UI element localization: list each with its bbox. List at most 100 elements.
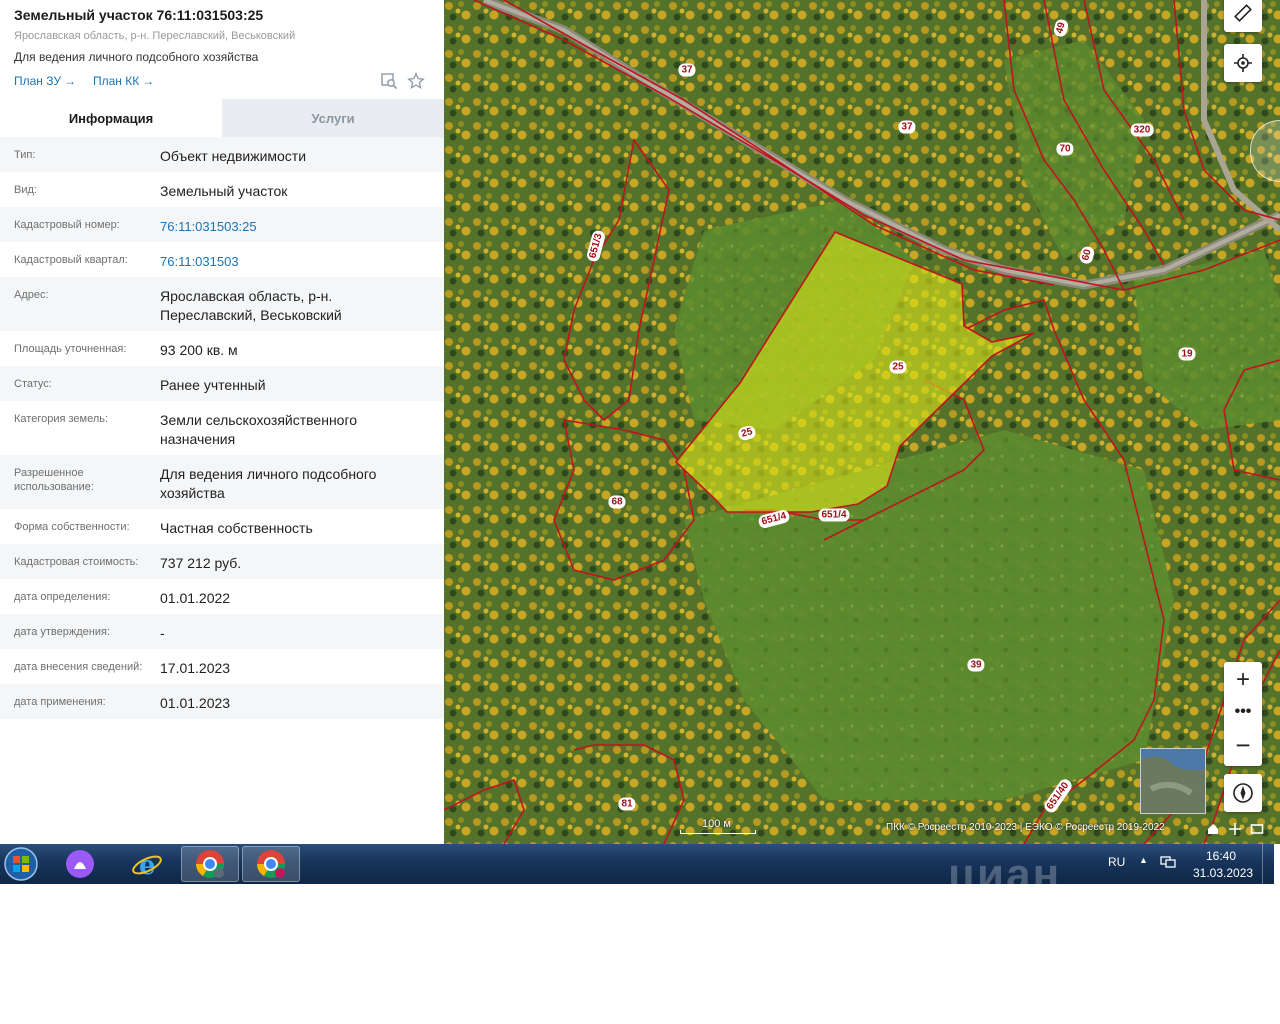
fullscreen-icon[interactable] bbox=[1250, 822, 1264, 836]
parcel-number-label: 651/4 bbox=[818, 508, 850, 522]
chrome-app-1[interactable] bbox=[181, 846, 239, 882]
table-row: Адрес: Ярославская область, р-н. Пересла… bbox=[0, 277, 444, 331]
table-row: дата внесения сведений: 17.01.2023 bbox=[0, 649, 444, 684]
star-icon[interactable] bbox=[407, 72, 425, 90]
parcel-number-label: 39 bbox=[967, 658, 985, 672]
chrome-icon bbox=[257, 850, 285, 878]
row-key: дата внесения сведений: bbox=[14, 661, 143, 673]
row-value: Ранее учтенный bbox=[160, 377, 266, 393]
row-key: Категория земель: bbox=[14, 413, 109, 425]
row-value: Земли сельскохозяйственного назначения bbox=[160, 412, 358, 447]
ruler-icon bbox=[1234, 4, 1252, 22]
language-indicator[interactable]: RU bbox=[1108, 855, 1125, 869]
row-value: Ярославская область, р-н. Переславский, … bbox=[160, 288, 342, 323]
minimap[interactable] bbox=[1140, 748, 1206, 814]
crosshair-icon[interactable] bbox=[1228, 822, 1242, 836]
info-table: Тип: Объект недвижимости Вид: Земельный … bbox=[0, 137, 444, 719]
row-value: Объект недвижимости bbox=[160, 148, 307, 164]
row-value: 737 212 руб. bbox=[160, 555, 242, 571]
table-row: Вид: Земельный участок bbox=[0, 172, 444, 207]
parcel-number-label: 68 bbox=[608, 495, 626, 509]
parcel-usage: Для ведения личного подсобного хозяйства bbox=[14, 50, 259, 64]
info-panel: Земельный участок 76:11:031503:25 Яросла… bbox=[0, 0, 444, 844]
arrow-right-icon: → bbox=[64, 74, 76, 88]
row-key: Кадастровый номер: bbox=[14, 219, 120, 231]
parcel-number-label: 25 bbox=[889, 360, 907, 374]
row-key: Разрешенное использование: bbox=[14, 467, 94, 493]
table-row: дата утверждения: - bbox=[0, 614, 444, 649]
row-value: Для ведения личного подсобного хозяйства bbox=[160, 466, 377, 501]
satellite-imagery bbox=[444, 0, 1280, 844]
row-key: Тип: bbox=[14, 149, 36, 161]
table-row: Кадастровая стоимость: 737 212 руб. bbox=[0, 544, 444, 579]
plan-zu-label: План ЗУ bbox=[14, 74, 61, 88]
row-value: 93 200 кв. м bbox=[160, 342, 238, 358]
row-key: Форма собственности: bbox=[14, 521, 130, 533]
parcel-number-label: 19 bbox=[1178, 347, 1196, 361]
chrome-app-2[interactable] bbox=[242, 846, 300, 882]
table-row: Категория земель: Земли сельскохозяйстве… bbox=[0, 401, 444, 455]
row-key: Статус: bbox=[14, 378, 52, 390]
row-key: Вид: bbox=[14, 184, 37, 196]
table-row: Кадастровый квартал: 76:11:031503 bbox=[0, 242, 444, 277]
svg-text:e: e bbox=[139, 851, 156, 880]
ie-app[interactable]: e bbox=[118, 846, 176, 882]
row-value: 01.01.2023 bbox=[160, 695, 231, 711]
plan-kk-link[interactable]: План КК → bbox=[93, 74, 154, 88]
tray-expand-icon[interactable]: ▲ bbox=[1139, 855, 1148, 865]
table-row: дата применения: 01.01.2023 bbox=[0, 684, 444, 719]
clock-time[interactable]: 16:40 bbox=[1206, 849, 1236, 863]
show-desktop-button[interactable] bbox=[1262, 844, 1275, 884]
tab-services[interactable]: Услуги bbox=[222, 99, 444, 137]
parcel-number-label: 320 bbox=[1130, 123, 1154, 137]
table-row: Разрешенное использование: Для ведения л… bbox=[0, 455, 444, 509]
row-key: Кадастровая стоимость: bbox=[14, 556, 139, 568]
row-value: - bbox=[160, 625, 165, 641]
table-row: Площадь уточненная: 93 200 кв. м bbox=[0, 331, 444, 366]
locate-button[interactable] bbox=[1224, 44, 1262, 82]
start-button[interactable] bbox=[0, 846, 48, 882]
cadastral-number-link[interactable]: 76:11:031503:25 bbox=[160, 217, 430, 236]
plan-kk-label: План КК bbox=[93, 74, 140, 88]
row-key: Площадь уточненная: bbox=[14, 343, 127, 355]
more-icon[interactable]: ••• bbox=[1224, 698, 1262, 726]
locate-icon bbox=[1234, 54, 1252, 72]
parcel-number-label: 70 bbox=[1056, 142, 1074, 156]
table-row: Форма собственности: Частная собственнос… bbox=[0, 509, 444, 544]
alice-app[interactable] bbox=[51, 846, 109, 882]
cadastral-quarter-link[interactable]: 76:11:031503 bbox=[160, 252, 430, 271]
row-value: 17.01.2023 bbox=[160, 660, 231, 676]
scale-label: 100 м bbox=[702, 818, 731, 830]
parcel-number-label: 37 bbox=[678, 63, 696, 77]
row-key: Адрес: bbox=[14, 289, 49, 301]
tab-bar: Информация Услуги bbox=[0, 99, 444, 137]
compass-button[interactable] bbox=[1224, 774, 1262, 812]
clock-date[interactable]: 31.03.2023 bbox=[1193, 866, 1253, 880]
table-row: дата определения: 01.01.2022 bbox=[0, 579, 444, 614]
ruler-button[interactable] bbox=[1224, 0, 1262, 32]
zoom-out-icon[interactable]: − bbox=[1224, 726, 1262, 764]
row-value: 01.01.2022 bbox=[160, 590, 231, 606]
plan-zu-link[interactable]: План ЗУ → bbox=[14, 74, 76, 88]
table-row: Тип: Объект недвижимости bbox=[0, 137, 444, 172]
row-value: Частная собственность bbox=[160, 520, 313, 536]
ie-icon: e bbox=[132, 851, 162, 880]
parcel-number-label: 37 bbox=[898, 120, 916, 134]
zoom-control: + ••• − bbox=[1224, 662, 1262, 766]
cadastral-map[interactable]: 37 37 49 70 320 651/3 60 25 25 19 68 651/4 651/4 39 81… bbox=[444, 0, 1280, 844]
arrow-right-icon: → bbox=[142, 74, 155, 88]
search-on-map-icon[interactable] bbox=[380, 72, 398, 90]
home-icon[interactable] bbox=[1206, 822, 1220, 836]
parcel-number-label: 81 bbox=[618, 797, 636, 811]
row-key: дата определения: bbox=[14, 591, 111, 603]
chrome-icon bbox=[196, 850, 224, 878]
zoom-in-icon[interactable]: + bbox=[1224, 662, 1262, 698]
scale-bar bbox=[680, 830, 756, 834]
row-key: дата утверждения: bbox=[14, 626, 111, 638]
copyright-text: ПКК © Росреестр 2010-2023 | ЕЭКО © Росре… bbox=[886, 822, 1165, 833]
taskbar: e RU ▲ 16:40 31.03.2023 bbox=[0, 844, 1274, 884]
network-icon[interactable] bbox=[1160, 855, 1176, 872]
row-value: Земельный участок bbox=[160, 183, 288, 199]
tab-info[interactable]: Информация bbox=[0, 99, 222, 137]
parcel-address: Ярославская область, р-н. Переславский, … bbox=[14, 30, 296, 42]
